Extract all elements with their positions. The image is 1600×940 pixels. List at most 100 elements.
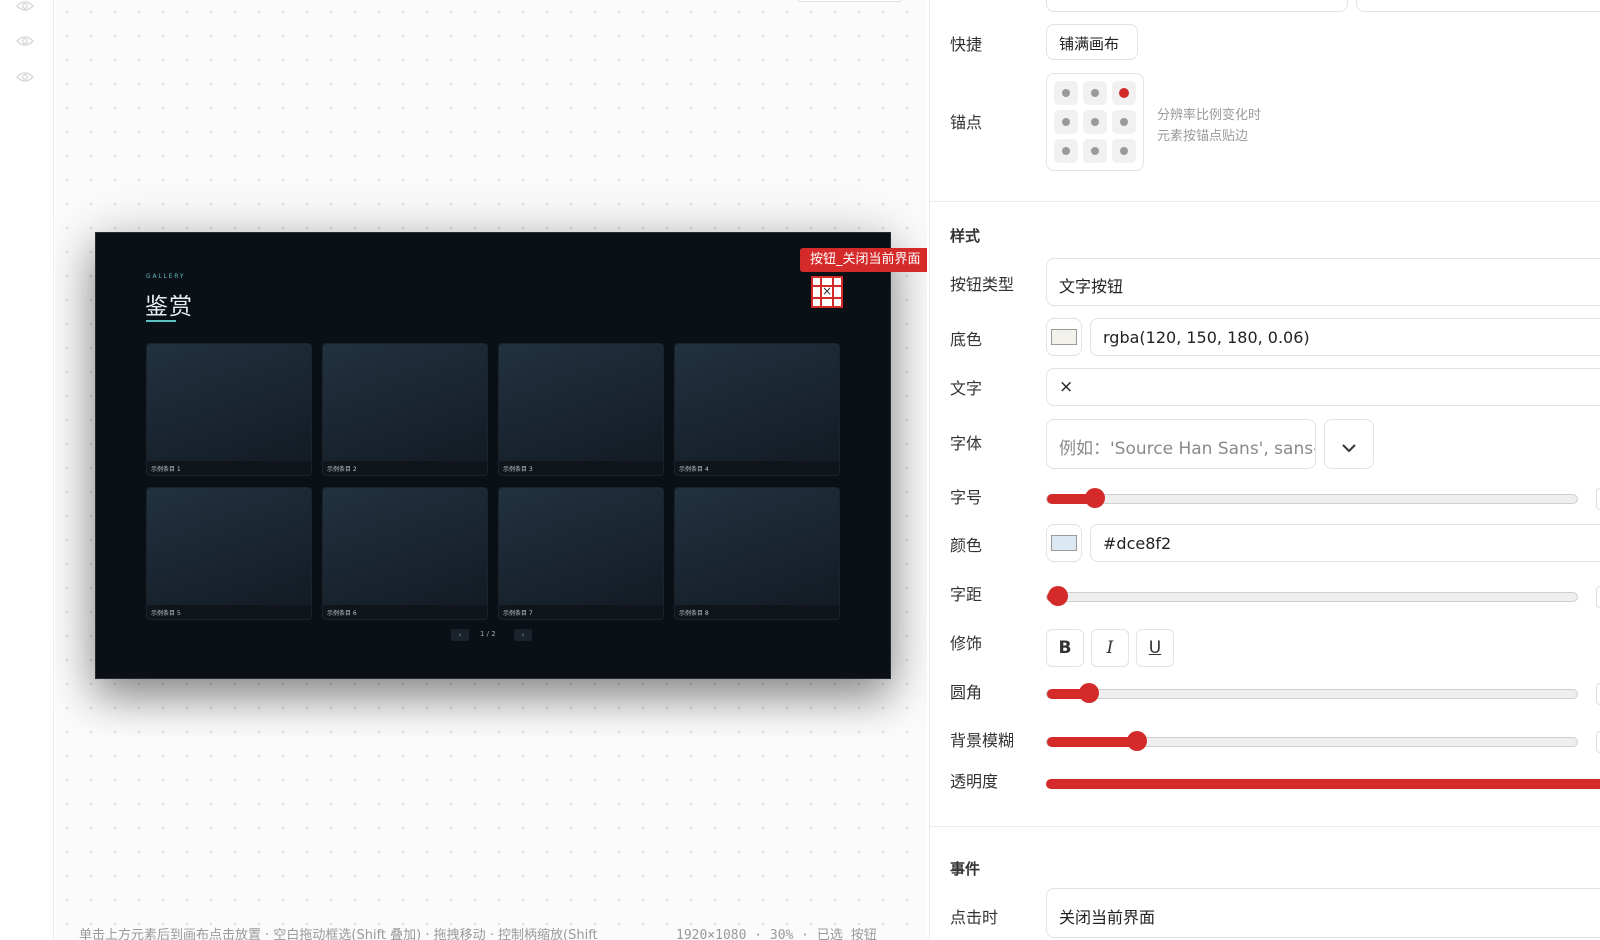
radius-slider[interactable]	[1046, 683, 1578, 703]
anchor-top-left[interactable]	[1054, 81, 1078, 105]
italic-button[interactable]: I	[1091, 629, 1129, 667]
radius-label: 圆角	[950, 683, 983, 702]
font-label: 字体	[950, 434, 983, 453]
size-input[interactable]	[1356, 0, 1600, 12]
style-section-title: 样式	[950, 227, 981, 245]
text-color-swatch	[1051, 535, 1077, 551]
blur-slider[interactable]	[1046, 731, 1578, 751]
bg-color-input[interactable]: rgba(120, 150, 180, 0.06)	[1090, 318, 1600, 356]
fill-canvas-button[interactable]: 铺满画布	[1046, 24, 1138, 60]
gallery-card[interactable]: 示例条目 6	[322, 487, 488, 620]
letter-spacing-number-input[interactable]	[1596, 586, 1600, 608]
bg-color-label: 底色	[950, 330, 983, 349]
decoration-label: 修饰	[950, 634, 983, 653]
text-label: 文字	[950, 379, 983, 398]
toolbar-stub	[797, 0, 903, 2]
event-section-title: 事件	[950, 860, 981, 878]
slider-fill	[1046, 779, 1600, 789]
card-label: 示例条目 7	[503, 610, 533, 617]
bg-color-swatch	[1051, 329, 1077, 345]
eye-icon[interactable]	[16, 71, 34, 83]
selection-name-tag: 按钮_关闭当前界面	[800, 248, 927, 272]
eye-icon[interactable]	[16, 0, 34, 12]
anchor-bottom-center[interactable]	[1083, 139, 1107, 163]
pager-next-button[interactable]: ›	[514, 629, 532, 641]
anchor-hint-line2: 元素按锚点贴边	[1157, 129, 1249, 144]
anchor-top-center[interactable]	[1083, 81, 1107, 105]
radius-number-input[interactable]	[1596, 683, 1600, 705]
card-label: 示例条目 8	[679, 610, 709, 617]
slider-thumb[interactable]	[1127, 731, 1148, 751]
color-label: 颜色	[950, 536, 983, 555]
layer-strip	[0, 0, 54, 940]
text-input[interactable]: ×	[1046, 368, 1600, 406]
slider-fill	[1047, 737, 1138, 747]
letter-spacing-slider[interactable]	[1046, 586, 1578, 606]
anchor-middle-left[interactable]	[1054, 110, 1078, 134]
underline-button[interactable]: U	[1136, 629, 1174, 667]
button-type-select[interactable]: 文字按钮	[1046, 258, 1600, 306]
opacity-label: 透明度	[950, 772, 999, 791]
on-click-label: 点击时	[950, 908, 999, 927]
slider-thumb[interactable]	[1084, 488, 1105, 508]
slider-thumb[interactable]	[1079, 683, 1100, 703]
eye-icon[interactable]	[16, 35, 34, 47]
letter-spacing-label: 字距	[950, 585, 983, 604]
chevron-down-icon	[1342, 438, 1356, 457]
gallery-screen-preview[interactable]: GALLERY 鉴赏 示例条目 1 示例条目 2 示例条目 3 示例条目 4 示…	[95, 232, 891, 679]
text-color-picker[interactable]	[1046, 524, 1082, 562]
gallery-card[interactable]: 示例条目 8	[674, 487, 840, 620]
font-size-number-input[interactable]	[1596, 488, 1600, 510]
card-label: 示例条目 5	[151, 610, 181, 617]
title-underline	[146, 320, 176, 322]
anchor-top-right[interactable]	[1112, 81, 1136, 105]
gallery-title: 鉴赏	[145, 294, 193, 320]
opacity-slider[interactable]	[1046, 779, 1600, 789]
card-label: 示例条目 1	[151, 466, 181, 473]
gallery-card[interactable]: 示例条目 2	[322, 343, 488, 476]
gallery-card[interactable]: 示例条目 3	[498, 343, 664, 476]
font-input[interactable]: 例如：'Source Han Sans', sans-serif	[1046, 419, 1316, 469]
button-type-label: 按钮类型	[950, 275, 1015, 294]
bg-color-value: rgba(120, 150, 180, 0.06)	[1103, 328, 1310, 347]
font-placeholder: 例如：'Source Han Sans', sans-serif	[1059, 439, 1316, 459]
selected-close-button[interactable]: ×	[811, 276, 843, 308]
anchor-middle-right[interactable]	[1112, 110, 1136, 134]
text-value: ×	[1059, 377, 1074, 397]
status-bar: 单击上方元素后到画布点击放置 · 空白拖动框选(Shift 叠加) · 拖拽移动…	[55, 922, 927, 940]
card-label: 示例条目 6	[327, 610, 357, 617]
status-hint: 单击上方元素后到画布点击放置 · 空白拖动框选(Shift 叠加) · 拖拽移动…	[79, 928, 598, 940]
gallery-card[interactable]: 示例条目 5	[146, 487, 312, 620]
bg-color-picker[interactable]	[1046, 318, 1082, 356]
text-color-value: #dce8f2	[1103, 534, 1172, 553]
bold-button[interactable]: B	[1046, 629, 1084, 667]
status-meta: 1920×1080 · 30% · 已选 按钮	[676, 928, 877, 940]
fill-canvas-button-label: 铺满画布	[1059, 35, 1120, 53]
editor-canvas[interactable]: GALLERY 鉴赏 示例条目 1 示例条目 2 示例条目 3 示例条目 4 示…	[55, 0, 927, 940]
font-size-label: 字号	[950, 488, 983, 507]
pager-text: 1 / 2	[480, 630, 496, 638]
gallery-card[interactable]: 示例条目 1	[146, 343, 312, 476]
gallery-eyebrow: GALLERY	[146, 273, 186, 280]
size-input[interactable]	[1046, 0, 1348, 12]
card-label: 示例条目 3	[503, 466, 533, 473]
blur-label: 背景模糊	[950, 731, 1015, 750]
properties-panel: 快捷 铺满画布 锚点 分辨率比例变化时 元素按锚点贴边 样式 按钮类型 文字按钮…	[929, 0, 1600, 940]
font-dropdown-button[interactable]	[1324, 419, 1374, 469]
text-color-input[interactable]: #dce8f2	[1090, 524, 1600, 562]
anchor-center[interactable]	[1083, 110, 1107, 134]
gallery-card[interactable]: 示例条目 4	[674, 343, 840, 476]
font-size-slider[interactable]	[1046, 488, 1578, 508]
slider-thumb[interactable]	[1047, 586, 1068, 606]
blur-number-input[interactable]	[1596, 731, 1600, 753]
shortcut-label: 快捷	[950, 35, 983, 54]
gallery-card[interactable]: 示例条目 7	[498, 487, 664, 620]
on-click-select[interactable]: 关闭当前界面	[1046, 888, 1600, 938]
anchor-bottom-left[interactable]	[1054, 139, 1078, 163]
button-type-value: 文字按钮	[1059, 277, 1124, 296]
on-click-value: 关闭当前界面	[1059, 908, 1156, 927]
section-divider	[930, 201, 1600, 202]
anchor-bottom-right[interactable]	[1112, 139, 1136, 163]
anchor-grid	[1046, 73, 1144, 171]
pager-prev-button[interactable]: ‹	[451, 629, 469, 641]
